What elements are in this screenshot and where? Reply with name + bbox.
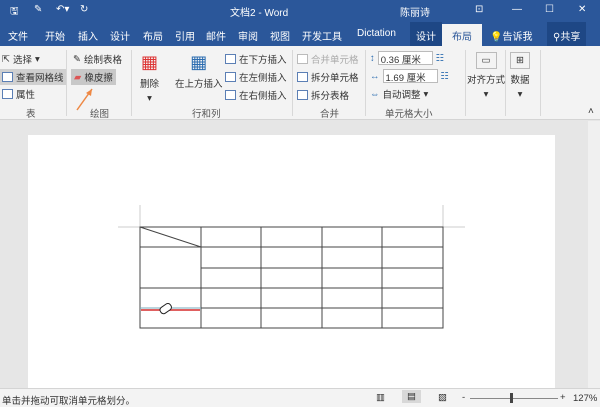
vertical-scrollbar[interactable]	[588, 121, 600, 388]
insert-below-icon	[225, 54, 236, 64]
data-icon: ⊞	[510, 52, 530, 69]
tab-table-design[interactable]: 设计	[410, 22, 442, 46]
tab-view[interactable]: 视图	[270, 28, 290, 43]
status-message: 单击并拖动可取消单元格划分。	[2, 396, 136, 407]
select-button[interactable]: ⇱ 选择 ▾	[2, 52, 40, 67]
eraser-cursor-icon	[159, 302, 172, 315]
view-gridlines-button[interactable]: 查看网格线	[0, 69, 66, 85]
zoom-slider-thumb[interactable]	[510, 393, 513, 403]
zoom-level[interactable]: 127%	[573, 393, 597, 404]
ribbon-tabs: 文件 开始 插入 设计 布局 引用 邮件 审阅 视图 开发工具 Dictatio…	[0, 22, 600, 46]
touch-mode-icon[interactable]: ✎	[34, 4, 42, 15]
group-label-rows-cols: 行和列	[192, 109, 221, 120]
title-bar: 🖫 ✎ ↶▾ ↻ 文档2 - Word 陈丽诗 ⊡ — ☐ ✕	[0, 0, 600, 22]
save-icon[interactable]: 🖫	[10, 4, 19, 21]
alignment-button[interactable]: ▭ 对齐方式 ▾	[467, 52, 505, 100]
tab-home[interactable]: 开始	[45, 28, 65, 43]
grid-icon	[2, 72, 13, 82]
data-button[interactable]: ⊞ 数据 ▾	[510, 52, 530, 100]
zoom-out-button[interactable]: -	[462, 392, 465, 403]
web-layout-icon[interactable]: ▧	[438, 392, 447, 403]
eraser-icon: ▰	[74, 71, 82, 83]
read-mode-icon[interactable]: ▥	[376, 392, 385, 403]
tab-developer[interactable]: 开发工具	[302, 28, 342, 43]
tab-file[interactable]: 文件	[8, 28, 28, 43]
tell-me[interactable]: 💡告诉我	[490, 28, 532, 43]
maximize-icon[interactable]: ☐	[545, 4, 554, 15]
insert-below-button[interactable]: 在下方插入	[225, 52, 287, 66]
split-cells-button[interactable]: 拆分单元格	[297, 70, 359, 84]
row-height-field[interactable]: ↕ 0.36 厘米 ☷	[370, 51, 445, 66]
merge-cells-button[interactable]: 合并单元格	[297, 52, 359, 66]
insert-above-button[interactable]: ▦ 在上方插入	[175, 52, 223, 90]
properties-icon	[2, 89, 13, 99]
delete-button[interactable]: ▦ 删除 ▾	[140, 52, 159, 104]
group-label-table: 表	[26, 109, 36, 120]
redo-icon[interactable]: ↻	[80, 4, 88, 15]
window-title: 文档2 - Word	[230, 8, 289, 19]
eraser-button[interactable]: ▰ 橡皮擦	[71, 69, 116, 85]
insert-right-button[interactable]: 在右侧插入	[225, 88, 287, 102]
status-bar: 单击并拖动可取消单元格划分。 ▥ ▤ ▧ - + 127%	[0, 388, 600, 407]
document-area	[0, 121, 588, 395]
close-icon[interactable]: ✕	[578, 4, 586, 15]
insert-left-button[interactable]: 在左侧插入	[225, 70, 287, 84]
ribbon: ⇱ 选择 ▾ 查看网格线 属性 表 ✎ 绘制表格 ▰ 橡皮擦 绘图 ▦ 删除 ▾ ▦ 在上方插…	[0, 46, 600, 120]
zoom-in-button[interactable]: +	[560, 392, 566, 403]
tab-mailings[interactable]: 邮件	[206, 28, 226, 43]
lightbulb-icon: 💡	[490, 32, 503, 43]
print-layout-icon[interactable]: ▤	[402, 390, 421, 403]
share-button[interactable]: ⚲共享	[547, 22, 587, 46]
tab-dictation[interactable]: Dictation	[357, 28, 396, 39]
column-width-field[interactable]: ↔ 1.69 厘米 ☷	[370, 69, 450, 84]
tab-insert[interactable]: 插入	[78, 28, 98, 43]
tab-layout[interactable]: 布局	[143, 28, 163, 43]
tab-table-layout[interactable]: 布局	[442, 24, 482, 46]
autofit-icon: ⇔	[370, 88, 380, 100]
draw-table-button[interactable]: ✎ 绘制表格	[73, 52, 122, 67]
group-label-draw: 绘图	[90, 109, 110, 120]
pencil-icon: ✎	[73, 53, 81, 65]
autofit-button[interactable]: ⇔ 自动调整 ▾	[370, 87, 428, 102]
alignment-icon: ▭	[475, 52, 497, 69]
zoom-slider[interactable]	[470, 398, 558, 399]
tab-references[interactable]: 引用	[175, 28, 195, 43]
table[interactable]	[0, 121, 588, 388]
insert-above-icon: ▦	[190, 52, 208, 72]
cursor-icon: ⇱	[2, 53, 10, 65]
row-height-icon: ↕	[370, 52, 375, 64]
column-width-icon: ↔	[370, 70, 380, 82]
properties-button[interactable]: 属性	[2, 87, 35, 101]
merge-icon	[297, 54, 308, 64]
minimize-icon[interactable]: —	[512, 4, 522, 15]
tab-review[interactable]: 审阅	[238, 28, 258, 43]
delete-table-icon: ▦	[141, 52, 159, 72]
group-label-merge: 合并	[320, 109, 340, 120]
insert-right-icon	[225, 90, 236, 100]
user-name[interactable]: 陈丽诗	[400, 4, 430, 19]
undo-icon[interactable]: ↶▾	[56, 4, 69, 15]
split-cells-icon	[297, 72, 308, 82]
grid-distribute-rows-icon[interactable]: ☷	[436, 53, 445, 64]
ribbon-display-icon[interactable]: ⊡	[475, 4, 483, 15]
grid-distribute-cols-icon[interactable]: ☷	[441, 71, 450, 82]
tab-design[interactable]: 设计	[110, 28, 130, 43]
collapse-ribbon-icon[interactable]: ˄	[588, 106, 594, 117]
split-table-button[interactable]: 拆分表格	[297, 88, 349, 102]
split-table-icon	[297, 90, 308, 100]
group-label-cell-size: 单元格大小	[385, 109, 433, 120]
insert-left-icon	[225, 72, 236, 82]
